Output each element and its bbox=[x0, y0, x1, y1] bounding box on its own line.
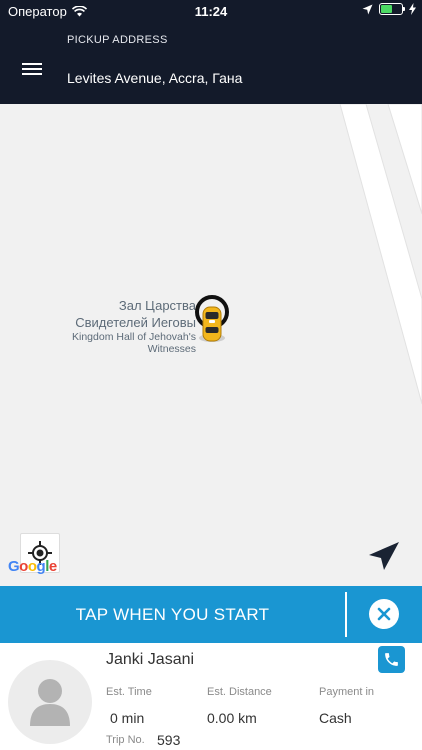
carrier-name: Оператор bbox=[8, 4, 67, 19]
close-icon bbox=[377, 607, 391, 621]
status-left: Оператор bbox=[8, 4, 87, 19]
driver-name: Janki Jasani bbox=[106, 651, 195, 668]
user-avatar-icon bbox=[8, 660, 92, 744]
est-time-label: Est. Time bbox=[106, 686, 152, 698]
charging-bolt-icon bbox=[409, 3, 416, 15]
trip-number-value: 593 bbox=[157, 732, 181, 748]
payment-value: Cash bbox=[319, 710, 352, 726]
google-logo: Google bbox=[8, 558, 57, 575]
trip-number-label: Trip No. bbox=[106, 734, 145, 746]
battery-fill bbox=[381, 5, 392, 13]
payment-label: Payment in bbox=[319, 686, 375, 698]
action-divider bbox=[345, 592, 347, 637]
est-time-value: 0 min bbox=[110, 710, 145, 726]
phone-icon bbox=[385, 653, 398, 666]
est-distance-label: Est. Distance bbox=[207, 686, 272, 698]
menu-line bbox=[22, 73, 42, 75]
status-bar: Оператор 11:24 bbox=[0, 0, 422, 24]
pickup-address-label: PICKUP ADDRESS bbox=[67, 34, 168, 46]
taxi-car-marker-icon bbox=[195, 295, 229, 342]
hamburger-menu-icon[interactable] bbox=[18, 60, 48, 84]
pickup-address-value[interactable]: Levites Avenue, Accra, Гана bbox=[67, 70, 242, 86]
start-trip-bar: TAP WHEN YOU START bbox=[0, 586, 422, 643]
navigate-button[interactable] bbox=[366, 538, 402, 574]
poi-label-ru: Зал Царства Свидетелей Иеговы bbox=[75, 298, 196, 330]
pickup-header: PICKUP ADDRESS Levites Avenue, Accra, Га… bbox=[0, 24, 422, 104]
poi-label-en: Kingdom Hall of Jehovah's Witnesses bbox=[72, 331, 196, 355]
driver-info-panel: Janki Jasani Est. Time Est. Distance Pay… bbox=[0, 643, 422, 750]
navigation-arrow-icon bbox=[369, 542, 399, 570]
est-distance-value: 0.00 km bbox=[207, 710, 257, 726]
menu-line bbox=[22, 63, 42, 65]
battery-icon bbox=[379, 3, 405, 15]
status-right bbox=[362, 3, 416, 15]
wifi-icon bbox=[71, 6, 87, 17]
cancel-trip-button[interactable] bbox=[369, 599, 399, 629]
menu-line bbox=[22, 68, 42, 70]
location-arrow-icon bbox=[362, 4, 373, 14]
call-driver-button[interactable] bbox=[378, 646, 405, 673]
map-view[interactable]: Зал Царства Свидетелей Иеговы Kingdom Ha… bbox=[0, 104, 422, 586]
start-trip-button[interactable]: TAP WHEN YOU START bbox=[0, 605, 345, 625]
avatar-silhouette bbox=[30, 679, 70, 726]
